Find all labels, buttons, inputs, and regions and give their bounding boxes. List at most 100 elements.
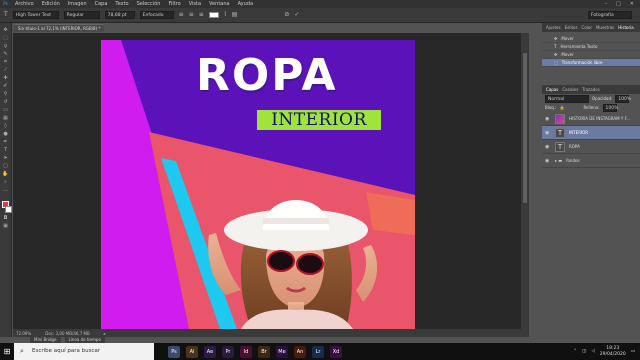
tray-chevron-icon[interactable]: ⌃ <box>573 349 577 354</box>
eyedropper-tool-icon[interactable]: ⁄ <box>2 67 10 73</box>
clone-stamp-tool-icon[interactable]: ⚲ <box>2 91 10 97</box>
taskbar-app-icon[interactable]: Id <box>240 345 252 358</box>
volume-icon[interactable]: ◁ <box>591 349 594 354</box>
blend-mode-select[interactable]: Normal <box>545 94 589 103</box>
taskbar-app-icon[interactable]: Ae <box>204 345 216 358</box>
menu-filtro[interactable]: Filtro <box>168 1 180 7</box>
taskbar-app-icon[interactable]: An <box>294 345 306 358</box>
pen-tool-icon[interactable]: ✒ <box>2 139 10 145</box>
layer-row[interactable]: ◉ T ROPA <box>542 140 640 154</box>
vertical-scrollbar[interactable] <box>521 33 529 329</box>
clock[interactable]: 18:23 29/04/2020 <box>600 346 626 358</box>
healing-tool-icon[interactable]: ✚ <box>2 75 10 81</box>
text-color-swatch[interactable] <box>208 12 219 18</box>
character-panel-icon[interactable]: ▤ <box>232 11 238 19</box>
taskbar-app-icon[interactable]: Xd <box>330 345 342 358</box>
blur-tool-icon[interactable]: ◊ <box>2 123 10 129</box>
tab-historia[interactable]: Historia <box>618 25 633 30</box>
history-item[interactable]: T Herramienta Texto <box>542 43 640 51</box>
taskbar-app-icon[interactable]: Lr <box>312 345 324 358</box>
quick-select-tool-icon[interactable]: ✎ <box>2 51 10 57</box>
menu-edicion[interactable]: Edición <box>42 1 60 7</box>
scrollbar-thumb[interactable] <box>523 53 527 203</box>
taskbar-search-input[interactable]: ⌕ Escribe aquí para buscar <box>14 343 154 360</box>
tab-capas[interactable]: Capas <box>546 87 558 92</box>
menu-seleccion[interactable]: Selección <box>137 1 161 7</box>
commit-icon[interactable]: ✓ <box>294 11 299 19</box>
zoom-tool-icon[interactable]: ⌕ <box>2 179 10 185</box>
screen-mode-icon[interactable]: ▣ <box>2 223 10 229</box>
layer-row[interactable]: ◉ ▸ ▬ fondos <box>542 154 640 168</box>
menu-ventana[interactable]: Ventana <box>209 1 230 7</box>
subhead-text[interactable]: INTERIOR <box>257 110 381 130</box>
tab-trazados[interactable]: Trazados <box>582 87 600 92</box>
taskbar-app-icon[interactable]: Ai <box>186 345 198 358</box>
workspace-select[interactable]: Fotografía <box>588 11 632 19</box>
menu-archivo[interactable]: Archivo <box>15 1 34 7</box>
move-tool-icon[interactable]: ✥ <box>2 27 10 33</box>
visibility-eye-icon[interactable]: ◉ <box>545 116 551 122</box>
taskbar-app-icon[interactable]: Br <box>258 345 270 358</box>
tab-estilos[interactable]: Estilos <box>565 25 578 30</box>
lock-icon[interactable]: 🔒 <box>559 105 564 110</box>
background-color-swatch[interactable] <box>4 206 12 213</box>
zoom-level[interactable]: 72,09% <box>16 331 31 336</box>
eraser-tool-icon[interactable]: ▭ <box>2 107 10 113</box>
history-item[interactable]: ✥ Mover <box>542 51 640 59</box>
opacity-field[interactable]: 100% <box>615 94 631 103</box>
marquee-tool-icon[interactable]: ⬚ <box>2 35 10 41</box>
crop-tool-icon[interactable]: ⌗ <box>2 59 10 65</box>
font-size-field[interactable]: 78,68 pt <box>104 11 135 19</box>
visibility-eye-icon[interactable]: ◉ <box>545 144 551 150</box>
menu-texto[interactable]: Texto <box>115 1 128 7</box>
status-arrow-icon[interactable]: ▸ <box>104 331 106 336</box>
more-tools-icon[interactable]: … <box>2 187 10 193</box>
taskbar-app-icon[interactable]: Me <box>276 345 288 358</box>
tab-color[interactable]: Color <box>582 25 592 30</box>
network-icon[interactable]: ◫ <box>582 349 586 354</box>
minimize-button[interactable]: – <box>605 1 608 7</box>
windows-start-icon[interactable]: ⊞ <box>0 343 14 360</box>
font-style-select[interactable]: Regular <box>63 11 100 19</box>
maximize-button[interactable]: □ <box>616 1 621 7</box>
close-button[interactable]: ✕ <box>630 1 634 7</box>
dodge-tool-icon[interactable]: ● <box>2 131 10 137</box>
type-tool-icon[interactable]: T <box>2 147 10 153</box>
align-right-icon[interactable]: ≡ <box>199 11 204 19</box>
path-selection-tool-icon[interactable]: ➤ <box>2 155 10 161</box>
gradient-tool-icon[interactable]: ▦ <box>2 115 10 121</box>
layer-row-selected[interactable]: ◉ T INTERIOR <box>542 126 640 140</box>
layer-row[interactable]: ◉ HISTORIA DE INSTAGRAM Y F... <box>542 112 640 126</box>
text-tool-icon[interactable]: T <box>4 11 8 19</box>
menu-imagen[interactable]: Imagen <box>68 1 87 7</box>
menu-vista[interactable]: Vista <box>189 1 201 7</box>
fill-field[interactable]: 100% <box>602 103 618 112</box>
align-center-icon[interactable]: ≡ <box>189 11 194 19</box>
brush-tool-icon[interactable]: ✐ <box>2 83 10 89</box>
taskbar-app-icon[interactable]: Ps <box>168 345 180 358</box>
menu-capa[interactable]: Capa <box>95 1 108 7</box>
history-item-selected[interactable]: ⬚ Transformación libre <box>542 59 640 67</box>
history-brush-tool-icon[interactable]: ↺ <box>2 99 10 105</box>
antialias-select[interactable]: Enfocado <box>139 11 174 19</box>
hand-tool-icon[interactable]: ✋ <box>2 171 10 177</box>
font-family-select[interactable]: High Tower Text <box>12 11 59 19</box>
menu-ayuda[interactable]: Ayuda <box>238 1 253 7</box>
shape-tool-icon[interactable]: ▢ <box>2 163 10 169</box>
warp-text-icon[interactable]: ⌇ <box>224 11 227 19</box>
notifications-icon[interactable]: ▭ <box>631 349 635 354</box>
tab-canales[interactable]: Canales <box>562 87 578 92</box>
quick-mask-icon[interactable]: ◘ <box>2 215 10 221</box>
cancel-icon[interactable]: ⊘ <box>284 11 289 19</box>
taskbar-app-icon[interactable]: Pr <box>222 345 234 358</box>
tab-muestras[interactable]: Muestras <box>596 25 614 30</box>
status-bar: 72,09% Doc: 3,00 MB/46,7 MB ▸ <box>13 329 529 337</box>
visibility-eye-icon[interactable]: ◉ <box>545 158 551 164</box>
visibility-eye-icon[interactable]: ◉ <box>545 130 551 136</box>
align-left-icon[interactable]: ≡ <box>179 11 184 19</box>
document-tab[interactable]: Sin título-1 al 72,1% (INTERIOR, RGB/8) … <box>14 24 105 32</box>
headline-text[interactable]: ROPA <box>196 50 386 102</box>
history-item[interactable]: ✥ Mover <box>542 35 640 43</box>
tab-ajustes[interactable]: Ajustes <box>546 25 561 30</box>
lasso-tool-icon[interactable]: ϙ <box>2 43 10 49</box>
